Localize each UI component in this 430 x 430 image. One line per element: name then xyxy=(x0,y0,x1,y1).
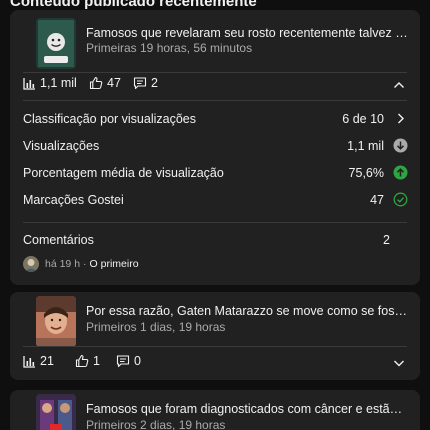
chevron-right-icon[interactable] xyxy=(393,111,408,126)
metric-rank-label: Classificação por visualizações xyxy=(23,112,196,126)
video-card: Famosos que foram diagnosticados com cân… xyxy=(10,390,420,430)
comments-count: 0 xyxy=(134,354,141,368)
video-thumbnail[interactable] xyxy=(36,394,76,430)
video-title[interactable]: Famosos que foram diagnosticados com cân… xyxy=(86,402,408,416)
comment-icon xyxy=(116,355,130,368)
comments-stat: 0 xyxy=(116,354,141,368)
likes-count: 1 xyxy=(93,354,100,368)
divider xyxy=(23,100,407,101)
video-time: Primeiros 1 dias, 19 horas xyxy=(86,320,226,334)
metric-likes-label: Marcações Gostei xyxy=(23,193,124,207)
divider xyxy=(23,222,407,223)
arrow-down-circle-icon xyxy=(393,138,408,153)
stats-row[interactable]: 1,1 mil 47 2 xyxy=(10,76,420,96)
video-time: Primeiros 2 dias, 19 horas xyxy=(86,418,226,430)
views-count: 1,1 mil xyxy=(40,76,77,90)
comment-separator: · xyxy=(83,258,87,270)
comments-total: 2 xyxy=(383,233,390,247)
video-time: Primeiras 19 horas, 56 minutos xyxy=(86,41,253,55)
comments-stat: 2 xyxy=(133,76,158,90)
video-thumbnail[interactable] xyxy=(36,296,76,347)
arrow-up-circle-icon xyxy=(393,165,408,180)
metric-likes-value: 47 xyxy=(370,193,384,207)
likes-stat: 47 xyxy=(89,76,121,90)
bar-chart-icon xyxy=(23,355,35,368)
views-stat: 1,1 mil xyxy=(23,76,77,90)
divider xyxy=(23,346,407,347)
metric-avg-row: Porcentagem média de visualização 75,6% xyxy=(10,165,420,184)
thumbs-up-icon xyxy=(75,354,89,368)
video-header[interactable]: Famosos que foram diagnosticados com cân… xyxy=(10,390,420,430)
likes-stat: 1 xyxy=(75,354,100,368)
views-stat: 21 xyxy=(23,354,54,368)
metric-avg-value: 75,6% xyxy=(348,166,384,180)
chevron-down-icon[interactable] xyxy=(392,356,406,370)
video-title[interactable]: Por essa razão, Gaten Matarazzo se move … xyxy=(86,304,408,318)
comments-count: 2 xyxy=(151,76,158,90)
stats-row[interactable]: 21 1 0 xyxy=(10,354,420,374)
thumbs-up-icon xyxy=(89,76,103,90)
chevron-up-icon[interactable] xyxy=(392,78,406,92)
metric-rank-row[interactable]: Classificação por visualizações 6 de 10 xyxy=(10,112,420,130)
section-title: Conteúdo publicado recentemente xyxy=(10,0,257,10)
comment-first-label: O primeiro xyxy=(89,258,139,270)
comment-time: há 19 h xyxy=(45,258,81,270)
comments-label[interactable]: Comentários xyxy=(23,233,94,247)
metric-likes-row: Marcações Gostei 47 xyxy=(10,192,420,211)
video-title[interactable]: Famosos que revelaram seu rosto recentem… xyxy=(86,26,408,40)
first-comment[interactable]: há 19 h · O primeiro xyxy=(23,255,139,273)
video-header[interactable]: Famosos que revelaram seu rosto recentem… xyxy=(10,10,420,70)
metric-rank-value: 6 de 10 xyxy=(342,112,384,126)
check-circle-icon xyxy=(393,192,408,207)
divider xyxy=(23,72,407,73)
likes-count: 47 xyxy=(107,76,121,90)
metric-views-label: Visualizações xyxy=(23,139,100,153)
metric-views-value: 1,1 mil xyxy=(347,139,384,153)
views-count: 21 xyxy=(40,354,54,368)
avatar xyxy=(23,256,39,272)
video-card-expanded: Famosos que revelaram seu rosto recentem… xyxy=(10,10,420,285)
video-thumbnail[interactable] xyxy=(36,18,76,69)
video-card: Por essa razão, Gaten Matarazzo se move … xyxy=(10,292,420,380)
bar-chart-icon xyxy=(23,77,35,90)
video-header[interactable]: Por essa razão, Gaten Matarazzo se move … xyxy=(10,292,420,352)
metric-avg-label: Porcentagem média de visualização xyxy=(23,166,224,180)
comment-icon xyxy=(133,77,147,90)
metric-views-row: Visualizações 1,1 mil xyxy=(10,138,420,157)
